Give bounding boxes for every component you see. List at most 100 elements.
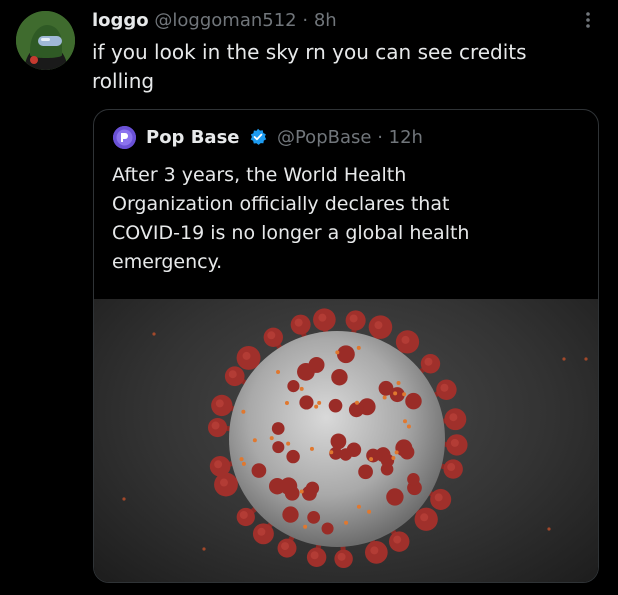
surface-spike [366, 448, 381, 463]
surface-dot [356, 345, 361, 350]
coronavirus-image[interactable] [94, 299, 598, 582]
quoted-tweet-header: Pop Base @PopBase · 12h [146, 125, 423, 154]
spike-highlight [434, 493, 443, 502]
surface-dot [314, 404, 319, 409]
surface-spike [386, 488, 404, 506]
spike-highlight [228, 370, 237, 379]
surface-spike [407, 472, 420, 486]
surface-dot [269, 436, 274, 441]
surface-spike [251, 463, 267, 478]
spike-highlight [281, 542, 290, 551]
surface-dot [391, 456, 396, 461]
surface-dot [252, 438, 257, 443]
surface-dot [393, 391, 398, 396]
quoted-timestamp[interactable]: 12h [389, 127, 423, 148]
surface-spike [321, 522, 334, 535]
particle [202, 547, 206, 551]
surface-dot [382, 395, 387, 400]
spike-highlight [440, 383, 449, 392]
spike-highlight [242, 351, 251, 360]
surface-spike [358, 464, 373, 480]
surface-dot [369, 457, 374, 462]
surface-dot [299, 489, 304, 494]
surface-dot [402, 392, 407, 397]
particle [562, 357, 566, 361]
quoted-text-line: After 3 years, the World Health [112, 164, 407, 186]
surface-dot [317, 400, 322, 405]
quoted-display-name[interactable]: Pop Base [146, 127, 240, 148]
surface-spike [271, 422, 285, 435]
surface-dot [354, 400, 359, 405]
surface-spike [286, 449, 300, 464]
spike-highlight [267, 331, 276, 340]
particle [547, 527, 551, 531]
spike-highlight [374, 321, 383, 330]
surface-dot [309, 446, 314, 451]
surface-dot [299, 386, 304, 391]
quoted-handle[interactable]: @PopBase [277, 127, 371, 148]
spike-highlight [211, 421, 220, 430]
quoted-text-line: emergency. [112, 251, 223, 273]
surface-dot [329, 450, 334, 455]
quoted-text-line: Organization officially declares that [112, 193, 450, 215]
surface-dot [239, 457, 244, 462]
surface-dot [403, 419, 408, 424]
surface-spike [330, 433, 347, 450]
surface-spike [399, 444, 415, 460]
surface-spike [279, 477, 298, 495]
verified-badge-icon [249, 128, 267, 154]
avatar[interactable] [16, 11, 75, 70]
separator: · [377, 127, 383, 148]
spike-highlight [401, 335, 410, 344]
spike-highlight [239, 510, 248, 519]
quoted-tweet-text: After 3 years, the World Health Organiza… [112, 161, 582, 277]
display-name[interactable]: loggo [92, 10, 149, 31]
particle [152, 332, 156, 336]
spike-highlight [215, 399, 224, 408]
quoted-avatar[interactable] [113, 126, 136, 149]
surface-dot [335, 350, 340, 355]
handle[interactable]: @loggoman512 [154, 10, 296, 31]
surface-spike [331, 369, 348, 386]
surface-spike [328, 398, 343, 413]
surface-spike [305, 481, 320, 495]
surface-dot [276, 369, 281, 374]
separator: · [302, 10, 309, 31]
tweet-text-line: if you look in the sky rn you can see cr… [92, 40, 527, 64]
surface-spike [405, 392, 422, 410]
spike-highlight [370, 546, 379, 555]
spike-highlight [349, 314, 358, 323]
more-vertical-icon[interactable] [578, 10, 598, 30]
spike-highlight [257, 527, 266, 536]
spike-highlight [219, 478, 228, 487]
surface-spike [287, 380, 300, 393]
surface-dot [406, 424, 411, 429]
spike-highlight [310, 551, 319, 560]
spike-highlight [450, 438, 459, 447]
surface-dot [344, 520, 349, 525]
spike-highlight [214, 460, 223, 469]
quoted-text-line: COVID-19 is no longer a global health [112, 222, 470, 244]
spike-highlight [294, 318, 303, 327]
particle [122, 497, 126, 501]
quoted-tweet[interactable]: Pop Base @PopBase · 12h After 3 years, t… [93, 109, 599, 583]
surface-dot [367, 509, 372, 514]
surface-dot [394, 450, 399, 455]
surface-dot [286, 441, 291, 446]
coronavirus-illustration [122, 308, 588, 569]
tweet-header: loggo @loggoman512 · 8h [92, 9, 578, 33]
spike-highlight [393, 535, 402, 544]
surface-spike [339, 448, 352, 461]
surface-dot [356, 504, 361, 509]
surface-dot [396, 380, 401, 385]
surface-dot [303, 524, 308, 529]
tweet-text: if you look in the sky rn you can see cr… [92, 38, 592, 96]
surface-spike [282, 506, 299, 523]
surface-spike [308, 356, 325, 373]
surface-dot [284, 401, 289, 406]
spike-highlight [337, 552, 346, 561]
timestamp[interactable]: 8h [314, 10, 337, 31]
spike-highlight [420, 513, 429, 522]
spike-highlight [447, 463, 456, 472]
spike-highlight [424, 357, 433, 366]
